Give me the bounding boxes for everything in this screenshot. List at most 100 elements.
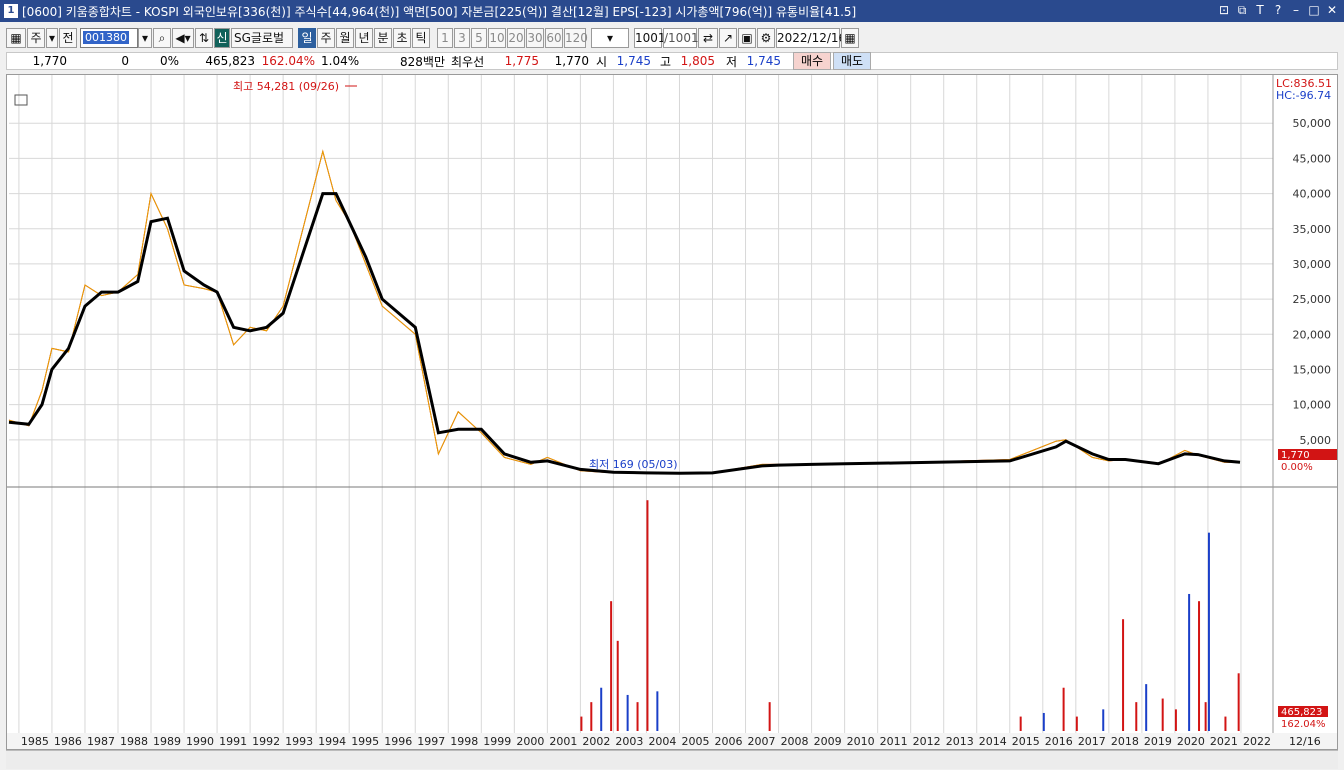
price-tick-label: 40,000: [1293, 188, 1332, 201]
price-tick-label: 5,000: [1300, 434, 1332, 447]
ma60-line: [8, 192, 1241, 475]
time-axis: 1985 1986 1987 1988 1989 1990 1991 1992 1993 1994…: [7, 733, 1337, 749]
gear-icon[interactable]: ⚙: [757, 28, 775, 48]
speaker-icon[interactable]: ◀▾: [172, 28, 194, 48]
interval-60-button[interactable]: 60: [545, 28, 563, 48]
time-tick-label: 1993: [285, 735, 313, 748]
volume-bar: [616, 640, 619, 731]
time-tick-label: 2002: [582, 735, 610, 748]
volume-bar: [1174, 709, 1177, 731]
price-tick-label: 25,000: [1293, 293, 1332, 306]
help-icon[interactable]: ?: [1270, 2, 1286, 18]
count-input[interactable]: 1001: [634, 28, 666, 48]
time-tick-label: 1998: [450, 735, 478, 748]
low-price: 1,745: [746, 54, 781, 68]
maximize-button[interactable]: □: [1306, 2, 1322, 18]
interval-120-button[interactable]: 120: [564, 28, 588, 48]
calendar-icon[interactable]: ▦: [841, 28, 859, 48]
quote-bar: 1,770 0 0% 465,823 162.04% 1.04% 828백만 최…: [6, 52, 1338, 70]
close-button[interactable]: ✕: [1324, 2, 1340, 18]
panel-toggle-icon[interactable]: [14, 94, 28, 106]
time-tick-label: 2007: [748, 735, 776, 748]
save-icon[interactable]: ▣: [738, 28, 756, 48]
cascade-icon[interactable]: ⧉: [1234, 2, 1250, 18]
interval-30-button[interactable]: 30: [526, 28, 544, 48]
tool-icon[interactable]: ↗: [719, 28, 737, 48]
volume-bar: [1198, 601, 1201, 731]
volume-bar: [1145, 684, 1148, 731]
volume-bar: [1207, 532, 1210, 731]
period-minute-tab[interactable]: 분: [374, 28, 392, 48]
volume-bar: [1188, 593, 1191, 731]
hc-label: HC:-96.74: [1276, 89, 1331, 102]
price-tick-label: 50,000: [1293, 117, 1332, 130]
scroll-bar[interactable]: [6, 750, 1338, 769]
volume-bar: [1161, 698, 1164, 731]
text-icon[interactable]: T: [1252, 2, 1268, 18]
period-year-tab[interactable]: 년: [355, 28, 373, 48]
interval-1-button[interactable]: 1: [437, 28, 453, 48]
volume-bar: [636, 702, 639, 731]
time-tick-label: 1996: [384, 735, 412, 748]
sell-button[interactable]: 매도: [833, 52, 871, 70]
time-tick-label: 1999: [483, 735, 511, 748]
interval-10-button[interactable]: 10: [488, 28, 506, 48]
period-tick-tab[interactable]: 틱: [412, 28, 430, 48]
stock-type-button[interactable]: 주: [27, 28, 45, 48]
volume-bar: [1042, 712, 1045, 731]
price-grid: [9, 75, 1273, 733]
volume-pct-tag: 162.04%: [1281, 719, 1326, 730]
layout-icon[interactable]: ⊡: [1216, 2, 1232, 18]
volume-bar: [590, 702, 593, 731]
time-tick-label: 2020: [1177, 735, 1205, 748]
price-volume-chart[interactable]: 50,000 45,000 40,000 35,000 30,000 25,000 20,0…: [7, 75, 1337, 749]
interval-5-button[interactable]: 5: [471, 28, 487, 48]
price-change: 0: [121, 54, 129, 68]
period-month-tab[interactable]: 월: [336, 28, 354, 48]
panel-icon[interactable]: ▦: [6, 28, 26, 48]
time-tick-label: 1991: [219, 735, 247, 748]
time-tick-label: 2015: [1012, 735, 1040, 748]
time-tick-label: 2013: [946, 735, 974, 748]
ma20-line: [8, 192, 1241, 475]
window-controls: ⊡ ⧉ T ? – □ ✕: [1216, 2, 1340, 18]
time-tick-label: 1986: [54, 735, 82, 748]
current-price: 1,770: [32, 54, 67, 68]
date-input[interactable]: 2022/12/16: [776, 28, 846, 48]
low-label: 저: [725, 54, 737, 69]
current-price-tag: 1,770: [1281, 450, 1310, 461]
buy-button[interactable]: 매수: [793, 52, 831, 70]
code-dropdown-icon[interactable]: ▾: [138, 28, 152, 48]
time-tick-label: 12/16: [1289, 735, 1321, 748]
volume-bar: [1075, 716, 1078, 731]
price-axis: 50,000 45,000 40,000 35,000 30,000 25,000 20,0…: [1293, 117, 1332, 447]
search-icon[interactable]: ⌕: [153, 28, 171, 48]
time-tick-label: 1992: [252, 735, 280, 748]
arrows-icon[interactable]: ⇅: [195, 28, 213, 48]
time-tick-label: 2012: [913, 735, 941, 748]
interval-20-button[interactable]: 20: [507, 28, 525, 48]
time-tick-label: 2003: [615, 735, 643, 748]
period-second-tab[interactable]: 초: [393, 28, 411, 48]
high-price: 1,805: [680, 54, 715, 68]
volume-bar: [1122, 619, 1125, 731]
time-tick-label: 2009: [814, 735, 842, 748]
minimize-button[interactable]: –: [1288, 2, 1304, 18]
link-icon[interactable]: ⇄: [698, 28, 718, 48]
time-tick-label: 2006: [715, 735, 743, 748]
period-week-tab[interactable]: 주: [317, 28, 335, 48]
time-tick-label: 1994: [318, 735, 346, 748]
prev-stock-button[interactable]: 전: [59, 28, 77, 48]
price-tick-label: 45,000: [1293, 152, 1332, 165]
dropdown-icon[interactable]: ▾: [46, 28, 58, 48]
interval-3-button[interactable]: 3: [454, 28, 470, 48]
stock-code-input[interactable]: 001380: [80, 28, 138, 48]
chart-area[interactable]: 50,000 45,000 40,000 35,000 30,000 25,000 20,0…: [6, 74, 1338, 750]
time-tick-label: 1995: [351, 735, 379, 748]
interval-select[interactable]: ▾: [591, 28, 629, 48]
price-tick-label: 20,000: [1293, 328, 1332, 341]
best-bid: 1,770: [554, 54, 589, 68]
price-lines: [8, 149, 1241, 475]
period-day-tab[interactable]: 일: [298, 28, 316, 48]
time-tick-label: 1987: [87, 735, 115, 748]
